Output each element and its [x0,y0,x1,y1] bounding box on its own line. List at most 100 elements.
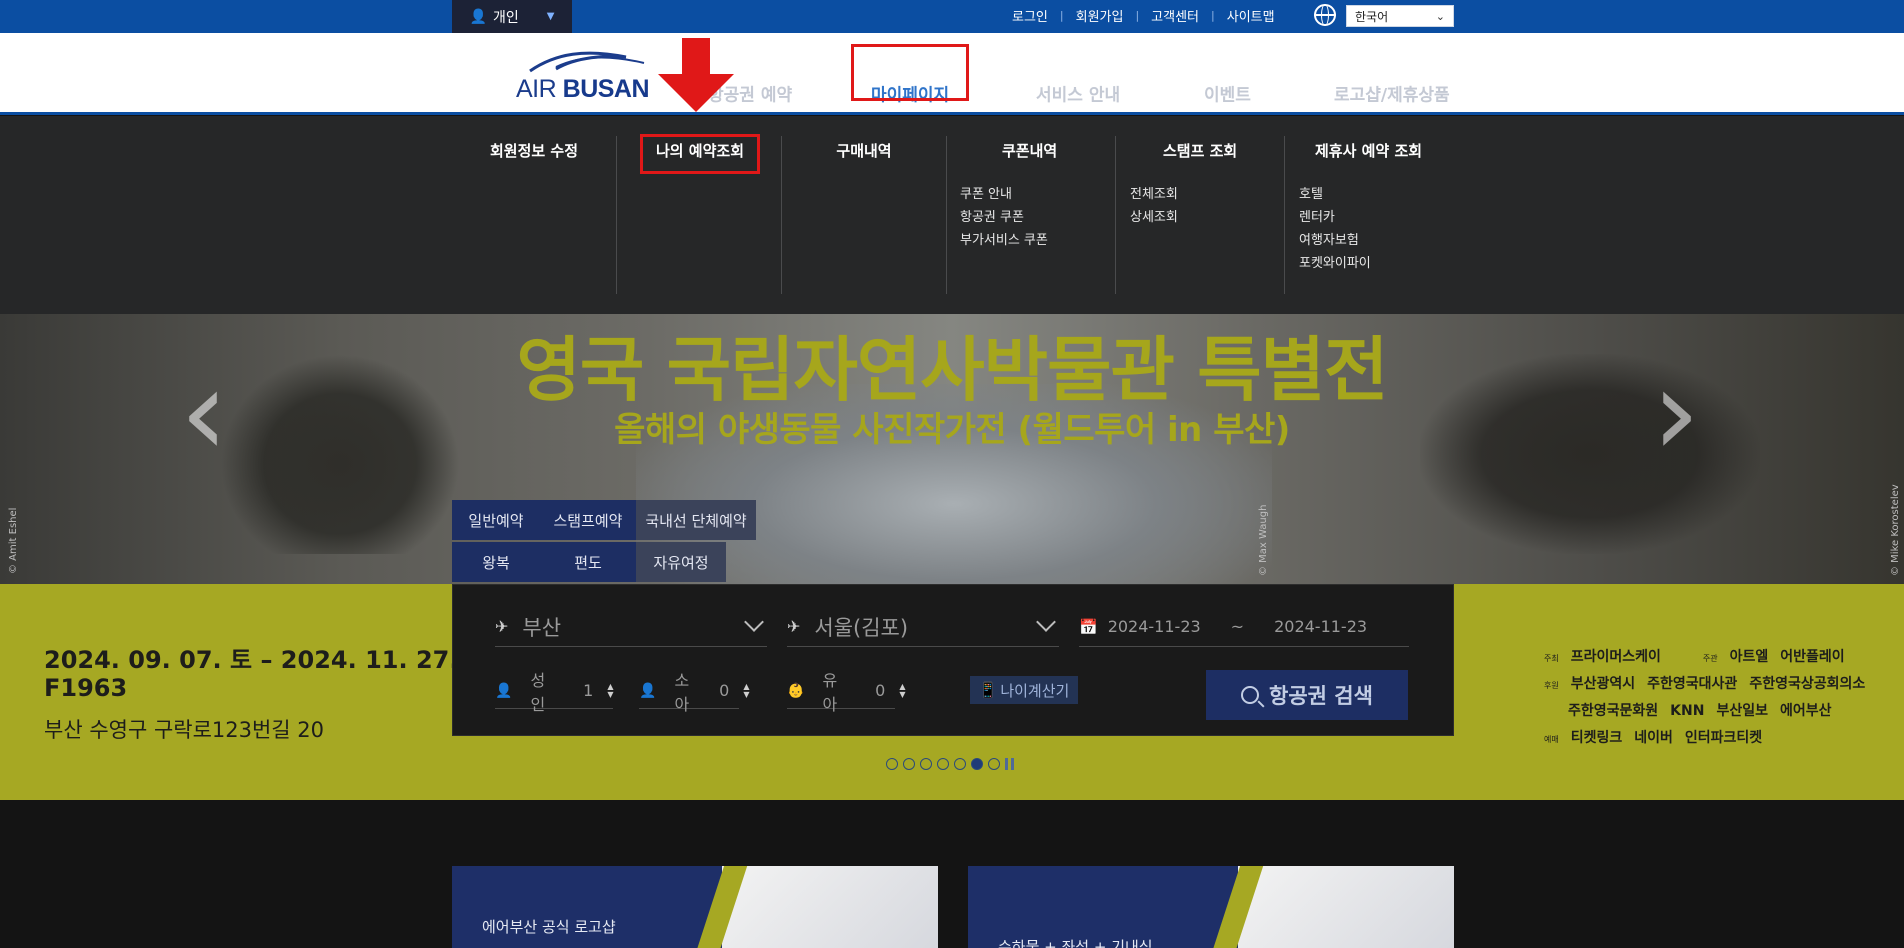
menu-stamp-all[interactable]: 전체조회 [1130,183,1270,206]
slider-dot[interactable] [886,758,898,770]
calculator-icon: 📱 [978,681,998,699]
departure-select[interactable]: ✈ 부산 [495,607,767,647]
event-address: 부산 수영구 구락로123번길 20 [44,718,325,742]
infant-stepper[interactable]: 👶 유아 0 ▲ ▼ [787,671,906,714]
user-type-selector[interactable]: 👤 개인 ▼ [452,0,572,33]
sponsor-name: 부산일보 [1716,703,1768,719]
menu-service-coupon[interactable]: 부가서비스 쿠폰 [960,229,1100,252]
slider-pause-icon[interactable] [1005,758,1015,770]
depart-date: 2024-11-23 [1107,617,1201,636]
return-date: 2024-11-23 [1274,617,1368,636]
tab-group-booking[interactable]: 국내선 단체예약 [636,500,756,540]
slider-prev-icon[interactable]: ‹ [180,354,228,474]
card-title: 수하물 + 좌석 + 기내식 [998,938,1153,948]
chevron-down-icon [744,612,764,632]
stepper-arrows-icon[interactable]: ▲ ▼ [743,682,749,699]
menu-coupon-guide[interactable]: 쿠폰 안내 [960,183,1100,206]
menu-divider [1284,136,1285,294]
photo-credit: © Max Waugh [1258,504,1269,576]
tab-round-trip[interactable]: 왕복 [452,542,540,582]
age-calculator-label: 나이계산기 [1000,681,1070,700]
departure-plane-icon: ✈ [495,617,509,636]
slider-dot-active[interactable] [971,758,983,770]
infant-count: 0 [875,681,886,700]
event-venue: F1963 [44,674,128,702]
menu-partner-reservations[interactable]: 제휴사 예약 조회 [1299,140,1459,161]
menu-stamp-detail[interactable]: 상세조회 [1130,206,1270,229]
flight-search-label: 항공권 검색 [1269,684,1373,708]
sponsor-name: 어반플레이 [1780,649,1845,665]
event-dates: 2024. 09. 07. 토 – 2024. 11. 27. 수 [44,646,489,674]
menu-edit-member-info[interactable]: 회원정보 수정 [474,140,594,161]
menu-divider [1115,136,1116,294]
sponsor-tag: 주관 [1702,654,1718,663]
departure-value: 부산 [522,615,562,640]
sponsor-name: 프라이머스케이 [1570,649,1661,665]
menu-stamp-lookup[interactable]: 스탬프 조회 [1130,140,1270,161]
user-icon: 👤 [469,8,487,25]
slider-dot[interactable] [920,758,932,770]
luggage-photo [1238,866,1454,948]
globe-icon [1314,4,1336,26]
caret-down-icon: ▼ [546,11,555,22]
photo-credit: © Amit Eshel [8,507,19,574]
menu-travel-insurance[interactable]: 여행자보험 [1299,229,1459,252]
arrival-select[interactable]: ✈ 서울(김포) [787,607,1059,647]
child-stepper[interactable]: 👤 소아 0 ▲ ▼ [639,671,750,714]
stepper-arrows-icon[interactable]: ▲ ▼ [607,682,613,699]
menu-purchase-history[interactable]: 구매내역 [804,140,924,161]
chevron-down-icon [1036,612,1056,632]
sponsor-name: 에어부산 [1780,703,1832,719]
stepper-arrows-icon[interactable]: ▲ ▼ [899,682,905,699]
sponsor-row: 예매 티켓링크 네이버 인터파크티켓 [1544,727,1874,747]
age-calculator-button[interactable]: 📱 나이계산기 [970,676,1078,704]
air-busan-logo[interactable]: AIR BUSAN [516,49,650,109]
sponsor-list: 주최 프라이머스케이 주관 아트엘 어반플레이 후원 부산광역시 주한영국대사관… [1544,646,1874,754]
nav-service-guide[interactable]: 서비스 안내 [1036,81,1120,106]
hero-banner: 영국 국립자연사박물관 특별전 올해의 야생동물 사진작가전 (월드투어 in … [0,314,1904,584]
menu-divider [781,136,782,294]
nav-logo-shop[interactable]: 로고샵/제휴상품 [1334,81,1450,106]
child-icon: 👤 [639,682,657,699]
promo-card-baggage[interactable]: 수하물 + 좌석 + 기내식 [968,866,1454,948]
menu-coupon-history[interactable]: 쿠폰내역 [960,140,1100,161]
tab-multi-city[interactable]: 자유여정 [636,542,726,582]
signup-link[interactable]: 회원가입 [1064,6,1136,25]
tab-one-way[interactable]: 편도 [540,542,636,582]
customer-center-link[interactable]: 고객센터 [1139,6,1211,25]
arrival-plane-icon: ✈ [787,617,801,636]
menu-flight-coupon[interactable]: 항공권 쿠폰 [960,206,1100,229]
login-link[interactable]: 로그인 [1000,6,1060,25]
arrival-value: 서울(김포) [814,615,909,640]
slider-dot[interactable] [954,758,966,770]
nav-events[interactable]: 이벤트 [1204,81,1251,106]
menu-column-stamps: 스탬프 조회 전체조회 상세조회 [1130,140,1270,295]
tab-general-booking[interactable]: 일반예약 [452,500,540,540]
sponsor-name: 주한영국문화원 [1568,703,1659,719]
slider-dot[interactable] [937,758,949,770]
adult-count: 1 [583,681,594,700]
sponsor-name: 네이버 [1634,730,1673,746]
date-range-field[interactable]: 📅 2024-11-23 ~ 2024-11-23 [1079,607,1409,647]
utility-links: 로그인 | 회원가입 | 고객센터 | 사이트맵 [1000,0,1287,30]
language-select[interactable]: 한국어 ⌄ [1346,5,1454,27]
child-count: 0 [719,681,730,700]
sitemap-link[interactable]: 사이트맵 [1215,6,1287,25]
sponsor-tag: 후원 [1544,681,1559,690]
promo-card-logo-shop[interactable]: 에어부산 공식 로고샵 [452,866,938,948]
keyring-photo [722,866,938,948]
flight-search-button[interactable]: 항공권 검색 [1206,670,1408,720]
adult-stepper[interactable]: 👤 성인 1 ▲ ▼ [495,671,614,714]
top-utility-bar: 👤 개인 ▼ 로그인 | 회원가입 | 고객센터 | 사이트맵 한국어 ⌄ [0,0,1904,33]
photo-credit: © Mike Korostelev [1890,484,1901,576]
date-separator: ~ [1230,617,1245,636]
menu-pocket-wifi[interactable]: 포켓와이파이 [1299,252,1459,275]
slider-next-icon[interactable]: › [1652,354,1700,474]
sponsor-row: 주최 프라이머스케이 주관 아트엘 어반플레이 [1544,646,1874,666]
menu-hotel[interactable]: 호텔 [1299,183,1459,206]
tab-stamp-booking[interactable]: 스탬프예약 [540,500,636,540]
menu-rental-car[interactable]: 렌터카 [1299,206,1459,229]
slider-dot[interactable] [903,758,915,770]
slider-dot[interactable] [988,758,1000,770]
sponsor-name: 인터파크티켓 [1684,730,1763,746]
